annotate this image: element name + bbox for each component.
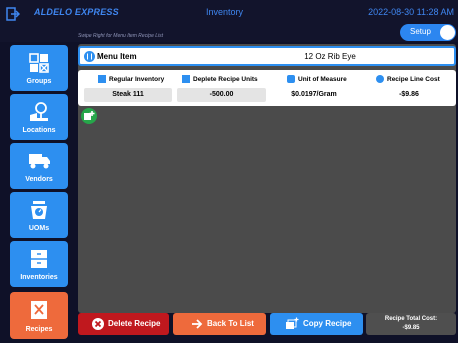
sidebar-item-label: Groups: [26, 78, 52, 85]
sidebar-item-recipes[interactable]: Recipes: [10, 292, 68, 339]
line-cost-value: -$9.86: [399, 91, 419, 98]
unit-of-measure-value: $0.0197/Gram: [291, 91, 337, 98]
groups-grid-icon: [29, 53, 49, 73]
top-bar: ALDELO EXPRESS Inventory 2022-08-30 11:2…: [0, 0, 458, 42]
sidebar-item-label: Recipes: [25, 326, 53, 333]
setup-label: Setup: [410, 27, 431, 36]
cabinet-icon: [31, 250, 47, 268]
deplete-icon: [182, 75, 190, 83]
back-to-list-label: Back To List: [207, 319, 254, 328]
cost-icon: [376, 75, 384, 83]
menu-item-icon: [84, 51, 95, 62]
column-header-unit-of-measure: Unit of Measure: [287, 75, 347, 83]
recipe-line-table: Regular Inventory Deplete Recipe Units U…: [78, 70, 456, 106]
sidebar-item-label: Vendors: [25, 176, 53, 183]
sidebar-item-label: Inventories: [20, 274, 58, 281]
copy-recipe-button[interactable]: Copy Recipe: [270, 313, 363, 335]
close-circle-icon: [92, 318, 104, 330]
copy-add-icon: [286, 317, 299, 329]
page-title: Inventory: [206, 7, 244, 17]
deplete-units-value[interactable]: -500.00: [177, 88, 266, 102]
toggle-knob: [440, 25, 455, 40]
total-cost-label: Recipe Total Cost:: [384, 316, 438, 322]
location-pin-icon: [30, 102, 48, 121]
menu-item-label: Menu Item: [97, 52, 137, 61]
sidebar-item-vendors[interactable]: Vendors: [10, 143, 68, 189]
sidebar-item-uoms[interactable]: UOMs: [10, 192, 68, 238]
regular-inventory-value[interactable]: Steak 111: [84, 88, 172, 102]
total-cost-value: -$9.85: [402, 325, 420, 331]
column-header-deplete-units: Deplete Recipe Units: [182, 75, 258, 83]
sidebar-item-label: Locations: [22, 127, 56, 134]
delete-recipe-label: Delete Recipe: [108, 319, 161, 328]
copy-recipe-label: Copy Recipe: [303, 319, 352, 328]
menu-item-selector[interactable]: Menu Item 12 Oz Rib Eye: [78, 46, 456, 66]
scale-icon: [287, 75, 295, 83]
setup-toggle[interactable]: Setup: [400, 24, 456, 41]
sidebar: Groups Locations Vendors UOMs Inventorie…: [0, 42, 76, 343]
add-line-button[interactable]: [81, 108, 97, 124]
app-title: ALDELO EXPRESS: [34, 7, 119, 17]
column-header-line-cost: Recipe Line Cost: [376, 75, 440, 83]
add-icon: [84, 111, 95, 120]
recipe-icon: [31, 301, 47, 319]
truck-icon: [29, 154, 50, 169]
logout-icon[interactable]: [6, 7, 20, 21]
sidebar-item-groups[interactable]: Groups: [10, 45, 68, 91]
delete-recipe-button[interactable]: Delete Recipe: [78, 313, 169, 335]
swipe-hint: Swipe Right for Menu Item Recipe List: [78, 33, 164, 39]
arrow-right-icon: [192, 319, 203, 329]
sidebar-item-locations[interactable]: Locations: [10, 94, 68, 140]
inventory-icon: [98, 75, 106, 83]
menu-item-value: 12 Oz Rib Eye: [304, 52, 356, 61]
scale-icon: [31, 201, 47, 219]
datetime-display: 2022-08-30 11:28 AM: [368, 7, 454, 17]
recipe-total-cost: Recipe Total Cost: -$9.85: [366, 313, 456, 335]
column-header-regular-inventory: Regular Inventory: [98, 75, 164, 83]
back-to-list-button[interactable]: Back To List: [173, 313, 266, 335]
sidebar-item-label: UOMs: [28, 225, 50, 232]
sidebar-item-inventories[interactable]: Inventories: [10, 241, 68, 287]
